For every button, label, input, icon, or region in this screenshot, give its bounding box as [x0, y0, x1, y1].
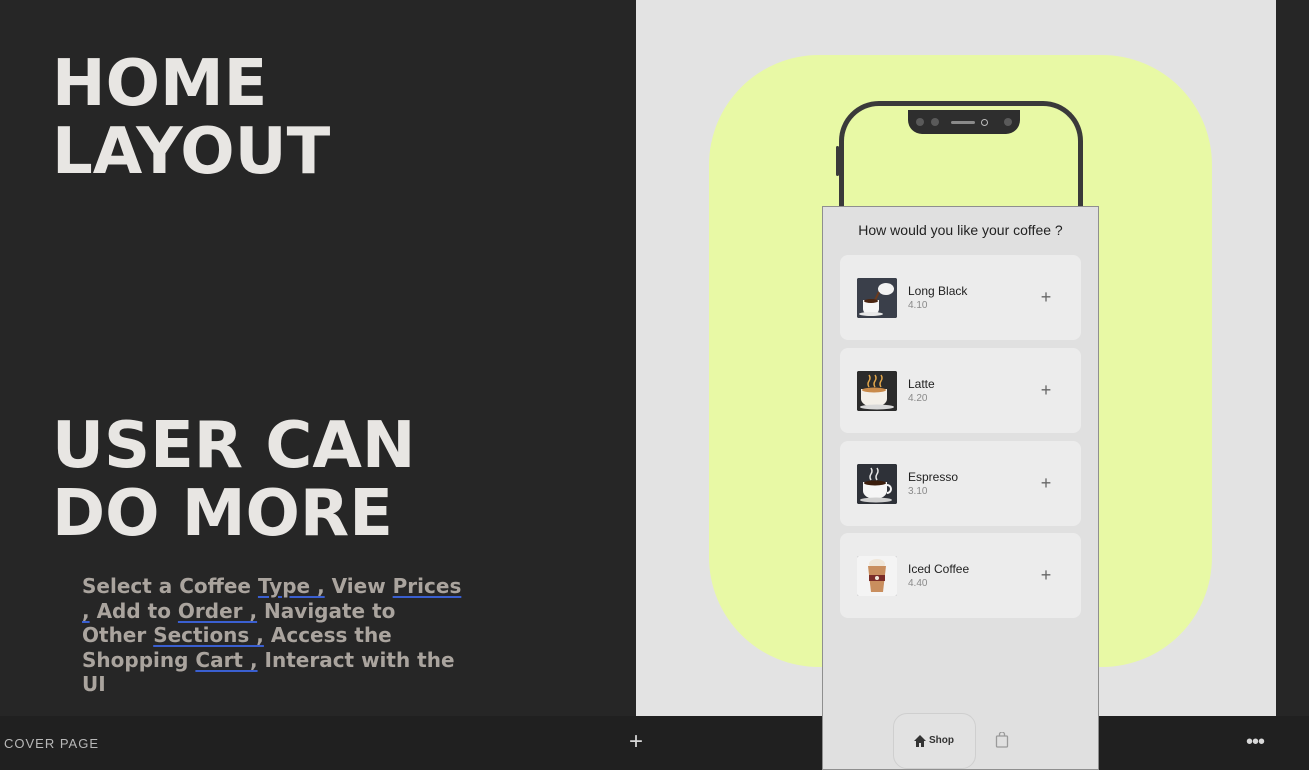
page-title: HOME LAYOUT	[52, 50, 330, 186]
latte-cup-icon	[857, 371, 897, 411]
desc-text: View	[324, 574, 393, 598]
description-paragraph: Select a Coffee Type , View Prices , Add…	[82, 574, 462, 697]
product-card[interactable]: Latte 4.20 +	[840, 348, 1081, 433]
product-card[interactable]: Long Black 4.10 +	[840, 255, 1081, 340]
home-icon	[914, 735, 926, 747]
page-name-label[interactable]: COVER PAGE	[4, 736, 99, 751]
add-page-button[interactable]: +	[626, 730, 646, 754]
slide-text-pane: HOME LAYOUT USER CAN DO MORE Select a Co…	[0, 0, 636, 716]
section-heading: USER CAN DO MORE	[52, 412, 415, 548]
title-line-1: HOME	[52, 47, 268, 121]
product-name: Latte	[908, 377, 935, 391]
product-card[interactable]: Espresso 3.10 +	[840, 441, 1081, 526]
product-price: 3.10	[908, 486, 928, 497]
add-to-order-button[interactable]: +	[1036, 473, 1056, 493]
product-card[interactable]: Iced Coffee 4.40 +	[840, 533, 1081, 618]
desc-text: Select a Coffee	[82, 574, 258, 598]
canvas-edge	[1276, 0, 1309, 716]
phone-notch	[908, 110, 1020, 134]
product-price: 4.20	[908, 393, 928, 404]
espresso-cup-icon	[857, 464, 897, 504]
coffee-pour-icon	[857, 278, 897, 318]
add-to-order-button[interactable]: +	[1036, 380, 1056, 400]
app-heading: How would you like your coffee ?	[858, 222, 1063, 238]
more-options-button[interactable]: •••	[1243, 732, 1267, 752]
product-price: 4.40	[908, 578, 928, 589]
link-cart[interactable]: Cart ,	[195, 648, 257, 672]
link-order[interactable]: Order ,	[178, 599, 257, 623]
app-tab-bar: Shop	[823, 712, 1098, 770]
iced-coffee-cup-icon	[857, 556, 897, 596]
product-name: Long Black	[908, 284, 968, 298]
add-to-order-button[interactable]: +	[1036, 565, 1056, 585]
tab-shop-label: Shop	[929, 735, 954, 746]
add-to-order-button[interactable]: +	[1036, 287, 1056, 307]
tab-shop[interactable]: Shop	[893, 713, 976, 769]
link-sections[interactable]: Sections ,	[153, 623, 264, 647]
title-line-2: LAYOUT	[52, 115, 331, 189]
shopping-bag-icon[interactable]	[995, 732, 1009, 748]
product-price: 4.10	[908, 300, 928, 311]
product-name: Espresso	[908, 470, 959, 484]
subtitle-line-2: DO MORE	[52, 477, 393, 551]
bottom-toolbar: COVER PAGE + •••	[0, 716, 1309, 770]
desc-text: Add to	[89, 598, 178, 623]
subtitle-line-1: USER CAN	[52, 409, 416, 483]
product-name: Iced Coffee	[908, 562, 970, 576]
link-type[interactable]: Type ,	[258, 574, 325, 598]
app-screen: How would you like your coffee ? Long Bl…	[822, 206, 1099, 770]
